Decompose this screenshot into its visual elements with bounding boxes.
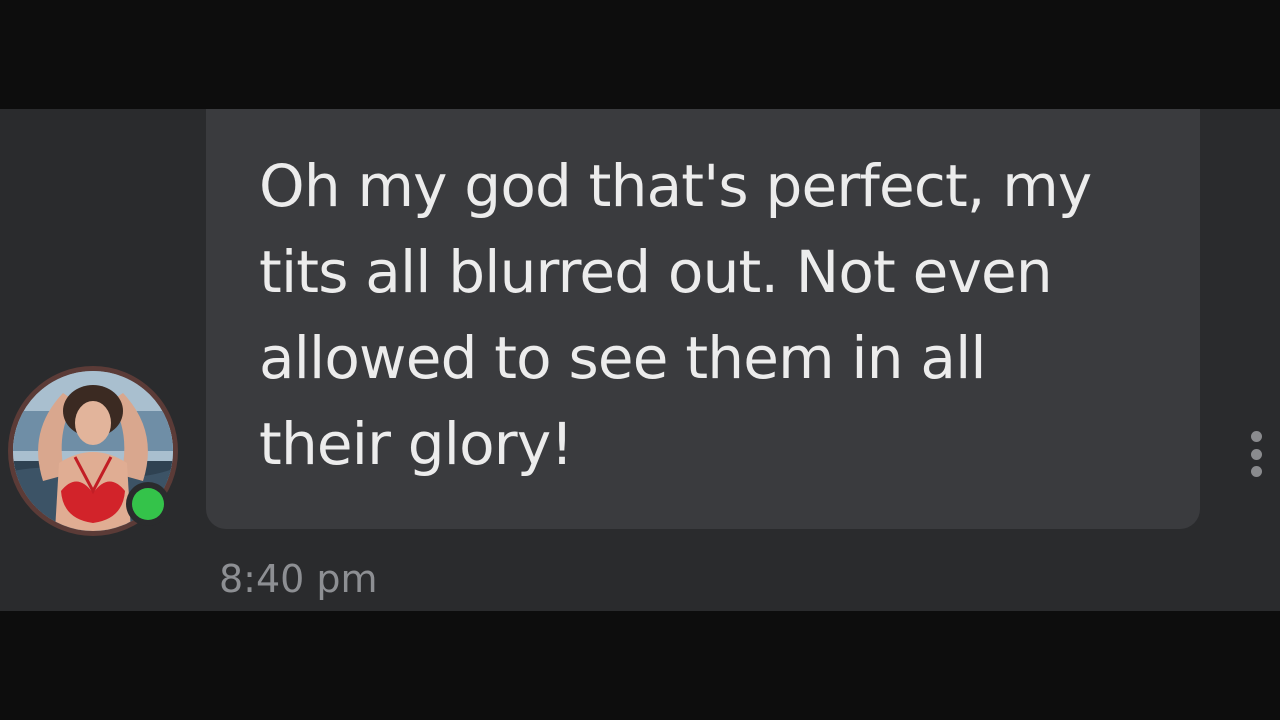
more-vertical-icon-dot-top [1250, 431, 1262, 442]
letterbox-bottom [0, 611, 1280, 720]
online-status-dot [132, 488, 164, 520]
letterbox-top [0, 0, 1280, 109]
online-status-indicator [126, 482, 170, 526]
more-vertical-icon-dot-middle [1250, 448, 1262, 460]
message-bubble[interactable]: Oh my god that's perfect, my tits all bl… [206, 109, 1200, 529]
chat-message-row: Oh my god that's perfect, my tits all bl… [0, 109, 1280, 611]
sender-avatar-container[interactable] [8, 366, 178, 536]
more-options-button[interactable] [1240, 429, 1272, 479]
more-vertical-icon-dot-bottom [1250, 466, 1262, 477]
message-timestamp: 8:40 pm [219, 557, 378, 601]
message-text: Oh my god that's perfect, my tits all bl… [259, 152, 1092, 478]
